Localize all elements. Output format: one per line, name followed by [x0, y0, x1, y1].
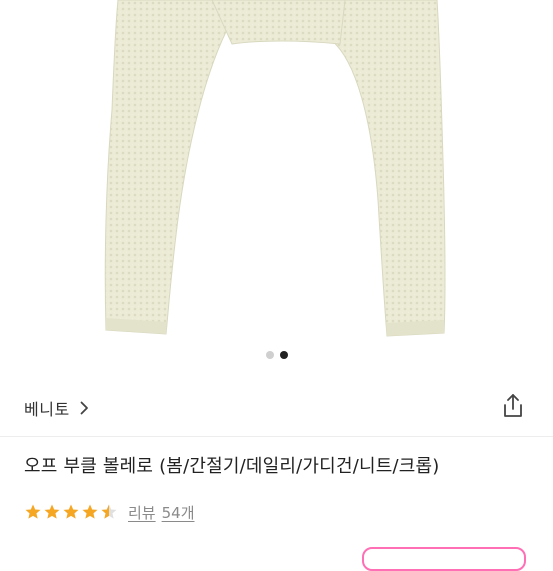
star-half-icon — [101, 504, 117, 519]
star-icon — [63, 504, 79, 519]
star-icon — [25, 504, 41, 519]
star-icon — [44, 504, 60, 519]
left-sleeve — [104, 0, 232, 335]
right-sleeve — [329, 0, 446, 337]
rating-row: 리뷰 54개 — [24, 500, 201, 524]
product-photo — [104, 0, 446, 337]
product-image[interactable] — [0, 0, 553, 345]
share-button[interactable] — [499, 392, 527, 420]
brand-name: 베니토 — [24, 400, 70, 419]
star-icon — [82, 504, 98, 519]
bottom-action-peek — [0, 543, 553, 571]
review-link[interactable]: 리뷰 54개 — [128, 502, 201, 523]
gallery-dot[interactable] — [265, 351, 274, 359]
share-icon — [504, 394, 522, 417]
chevron-right-icon — [80, 401, 88, 415]
product-title: 오프 부클 볼레로 (봄/간절기/데일리/가디건/니트/크롭) — [24, 456, 440, 477]
gallery-dot-active[interactable] — [279, 351, 288, 359]
brand-link[interactable]: 베니토 — [24, 392, 89, 424]
gallery-pagination — [0, 351, 553, 361]
action-button-peek[interactable] — [362, 547, 526, 571]
review-label: 리뷰 — [128, 503, 156, 522]
body-top — [211, 0, 346, 45]
review-count: 54개 — [161, 503, 195, 522]
divider — [0, 436, 553, 437]
rating-stars — [24, 503, 118, 521]
